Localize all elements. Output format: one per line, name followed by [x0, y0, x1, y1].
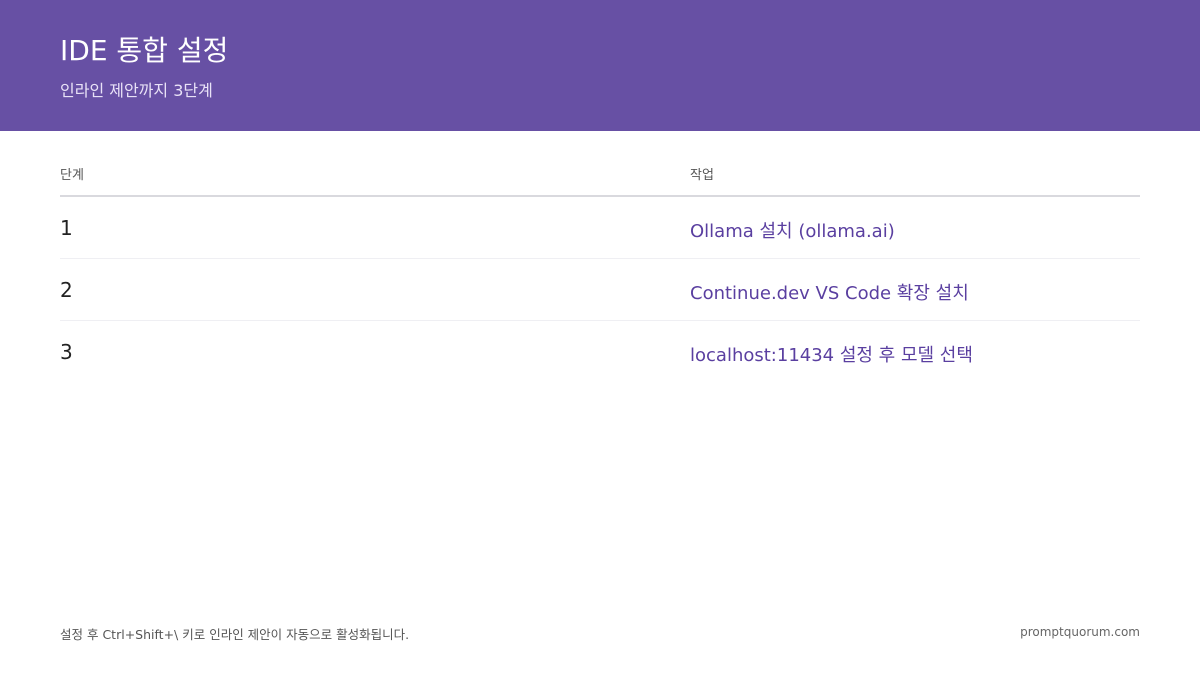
step-number: 3 — [60, 340, 73, 364]
step-number: 2 — [60, 278, 73, 302]
column-header-step: 단계 — [60, 168, 84, 183]
table-row: 3 localhost:11434 설정 후 모델 선택 — [60, 321, 1140, 382]
column-header-task: 작업 — [690, 168, 714, 183]
page-title: IDE 통합 설정 — [60, 34, 229, 67]
task-text: Ollama 설치 (ollama.ai) — [690, 221, 895, 242]
footer-note: 설정 후 Ctrl+Shift+\ 키로 인라인 제안이 자동으로 활성화됩니다… — [60, 627, 410, 642]
table-row: 1 Ollama 설치 (ollama.ai) — [60, 197, 1140, 259]
header-banner: IDE 통합 설정 인라인 제안까지 3단계 — [0, 0, 1200, 131]
step-number: 1 — [60, 216, 73, 240]
task-text: Continue.dev VS Code 확장 설치 — [690, 283, 969, 304]
table-row: 2 Continue.dev VS Code 확장 설치 — [60, 259, 1140, 321]
task-text: localhost:11434 설정 후 모델 선택 — [690, 345, 973, 366]
footer-brand: promptquorum.com — [1020, 625, 1140, 639]
table-header: 단계 작업 — [60, 152, 1140, 197]
steps-table: 단계 작업 1 Ollama 설치 (ollama.ai) 2 Continue… — [60, 152, 1140, 382]
page-subtitle: 인라인 제안까지 3단계 — [60, 81, 213, 100]
